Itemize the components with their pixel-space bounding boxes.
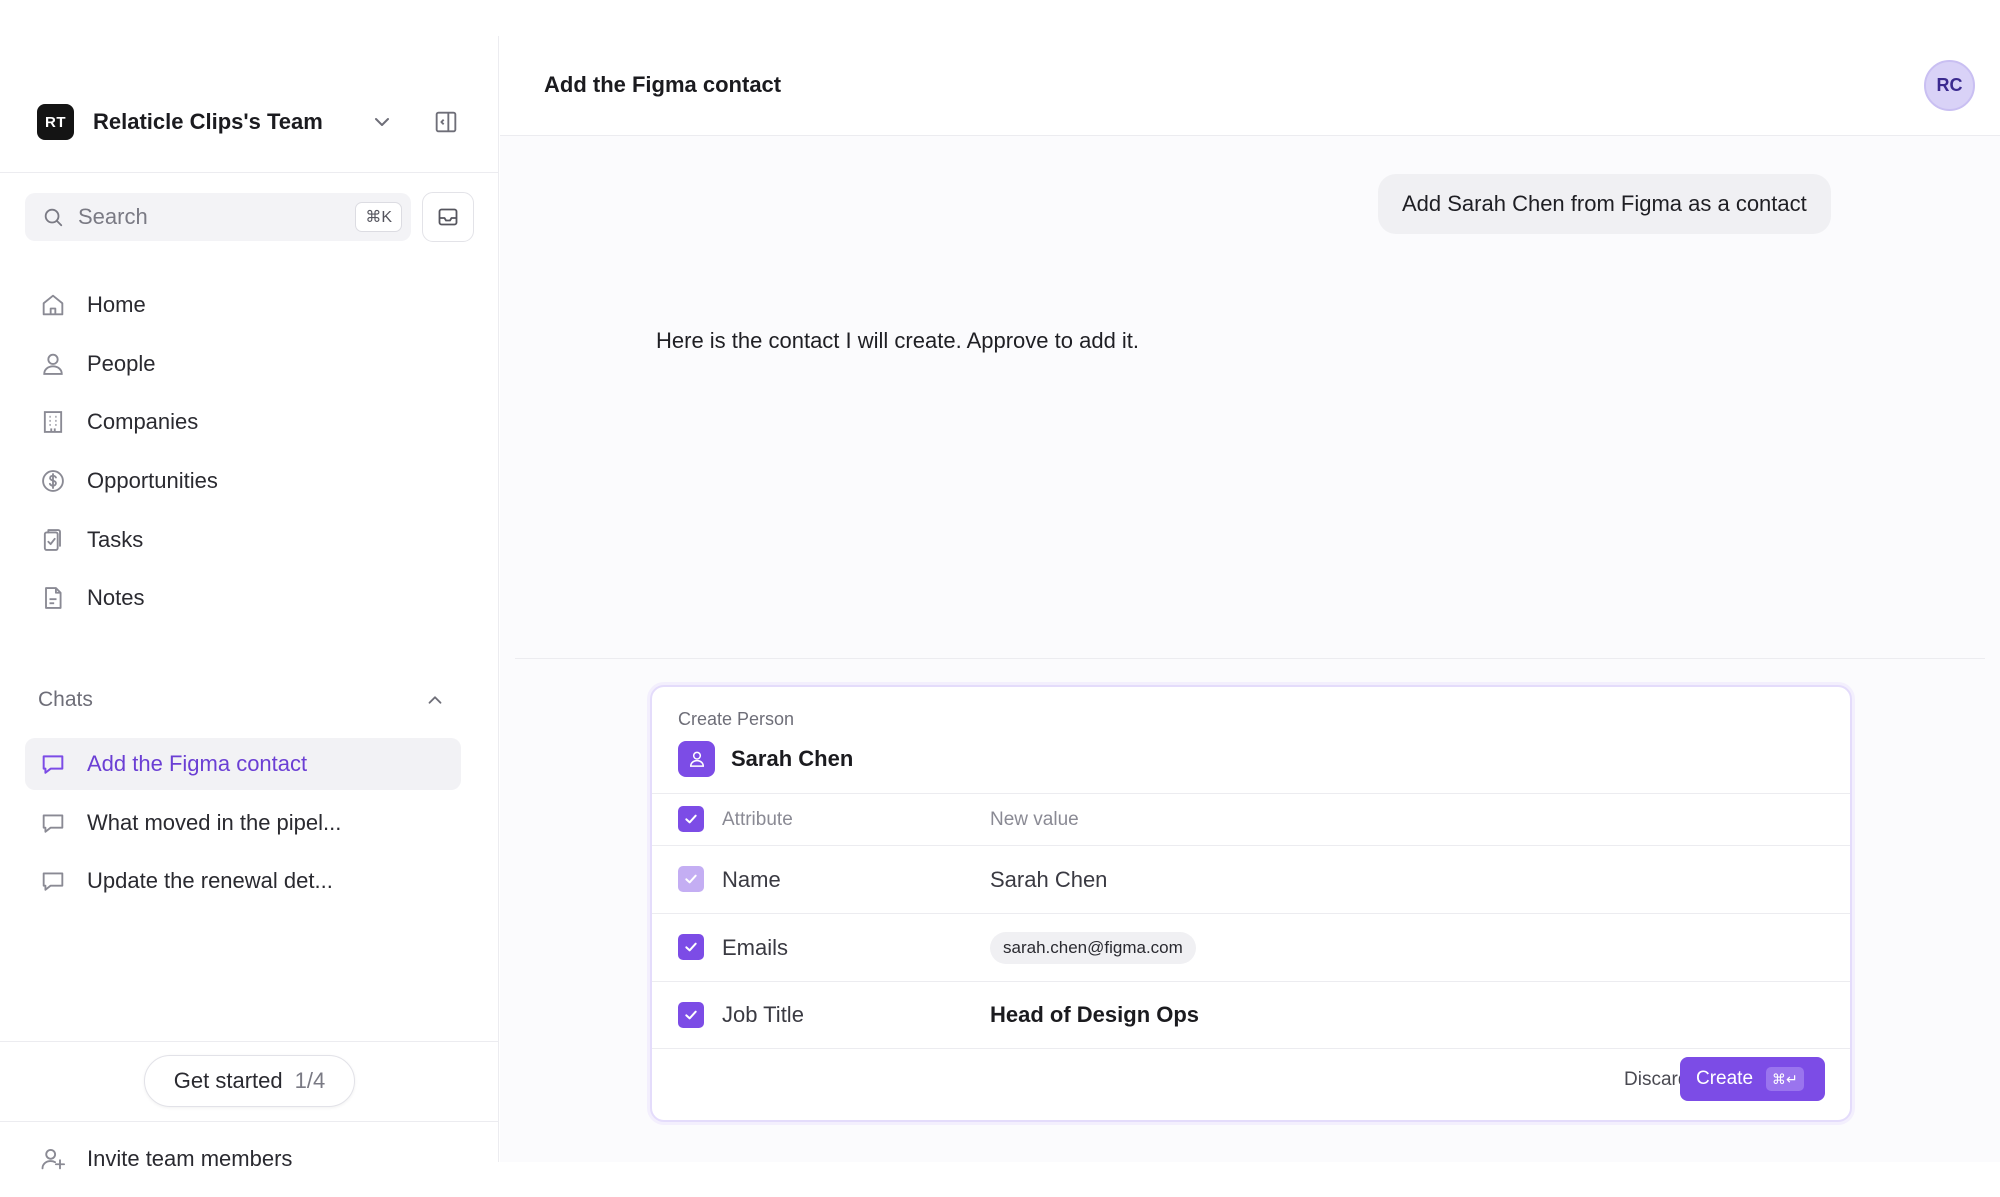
search-placeholder: Search [78,204,148,229]
nav-label: Opportunities [87,468,218,494]
dollar-icon [42,470,64,492]
divider [0,172,499,173]
chat-main: Add the Figma contact RC Add Sarah Chen … [500,36,2000,1162]
clipboard-check-icon [43,528,61,551]
inbox-button[interactable] [422,192,474,242]
invite-team-button[interactable]: Invite team members [25,1134,292,1184]
nav-label: Home [87,292,146,318]
chat-bubble-icon [42,755,64,774]
person-name: Sarah Chen [731,746,854,771]
check-icon [685,1010,697,1020]
get-started-button[interactable]: Get started 1/4 [144,1055,355,1107]
check-icon [685,814,697,824]
main-nav: Home People Companies Opportunities Task… [25,276,461,628]
search-shortcut: ⌘K [355,202,402,232]
chat-bubble-icon [42,813,64,833]
collapse-sidebar-icon[interactable] [432,108,460,136]
card-kicker: Create Person [678,709,795,729]
chats-heading: Chats [38,688,93,711]
chat-item-label: Add the Figma contact [87,751,308,776]
team-switcher[interactable]: RT Relaticle Clips's Team [37,104,323,140]
nav-label: People [87,350,156,376]
sidebar: RT Relaticle Clips's Team Search ⌘K Home… [0,36,499,1171]
chat-item[interactable]: What moved in the pipel... [25,797,461,849]
table-row: Job Title Head of Design Ops [652,982,1850,1048]
nav-item-home[interactable]: Home [25,276,461,335]
team-name: Relaticle Clips's Team [93,109,323,134]
app-window: RT Relaticle Clips's Team Search ⌘K Home… [0,0,2000,1197]
person-icon [689,751,704,767]
nav-label: Companies [87,409,199,435]
chat-item-active[interactable]: Add the Figma contact [25,738,461,790]
check-icon [685,942,697,952]
select-all-checkbox[interactable] [678,806,704,832]
get-started-label: Get started [173,1068,283,1093]
page-title: Add the Figma contact [544,72,782,97]
discard-button[interactable]: Discard [1624,1069,1688,1091]
chat-list: Add the Figma contact What moved in the … [25,738,461,914]
attribute-value: Sarah Chen [990,866,1108,892]
attribute-label: Job Title [722,1002,804,1027]
attribute-label: Emails [722,934,789,960]
inbox-icon [438,208,458,226]
search-input[interactable]: Search ⌘K [25,193,411,241]
chat-item-label: Update the renewal det... [87,868,333,893]
email-chip: sarah.chen@figma.com [990,931,1196,964]
get-started-progress: 1/4 [294,1068,326,1093]
attribute-label: Name [722,866,781,892]
divider [515,658,1985,659]
add-user-icon [41,1148,66,1170]
check-icon [685,874,697,884]
create-shortcut: ⌘↵ [1766,1067,1804,1091]
chevron-down-icon[interactable] [370,110,394,134]
nav-item-opportunities[interactable]: Opportunities [25,452,461,511]
nav-item-notes[interactable]: Notes [25,569,461,628]
create-person-card: Create Person Sarah Chen Attribute New v… [650,685,1852,1122]
card-person-header: Sarah Chen [678,741,853,777]
chat-item-label: What moved in the pipel... [87,809,342,835]
invite-label: Invite team members [87,1146,293,1171]
chat-bubble-icon [42,872,64,891]
person-badge [678,741,715,777]
row-checkbox[interactable] [678,866,704,892]
user-message: Add Sarah Chen from Figma as a contact [1378,174,1831,234]
main-header: Add the Figma contact RC [500,36,2000,136]
home-icon [42,295,64,316]
table-row: Name Sarah Chen [652,846,1850,913]
table-header-row: Attribute New value [652,794,1850,845]
nav-item-people[interactable]: People [25,335,461,394]
divider [652,1048,1850,1049]
row-checkbox[interactable] [678,1002,704,1028]
building-icon [43,411,63,434]
table-row: Emails sarah.chen@figma.com [652,914,1850,981]
avatar[interactable]: RC [1924,60,1975,111]
nav-item-tasks[interactable]: Tasks [25,510,461,569]
nav-item-companies[interactable]: Companies [25,393,461,452]
person-icon [43,353,63,375]
search-icon [44,208,63,227]
team-logo: RT [37,104,74,140]
assistant-message: Here is the contact I will create. Appro… [656,328,1140,353]
column-header-attribute: Attribute [722,808,793,830]
attribute-value: Head of Design Ops [990,1002,1200,1027]
create-label: Create [1696,1068,1754,1089]
row-checkbox[interactable] [678,934,704,960]
nav-label: Notes [87,585,145,611]
divider [0,1121,499,1122]
document-icon [45,587,62,610]
chats-section-header[interactable]: Chats [38,684,446,716]
column-header-value: New value [990,808,1079,830]
chevron-up-icon[interactable] [424,689,446,711]
chat-item[interactable]: Update the renewal det... [25,855,461,907]
nav-label: Tasks [87,526,144,552]
divider [0,1041,499,1042]
create-button[interactable]: Create ⌘↵ [1680,1057,1825,1101]
